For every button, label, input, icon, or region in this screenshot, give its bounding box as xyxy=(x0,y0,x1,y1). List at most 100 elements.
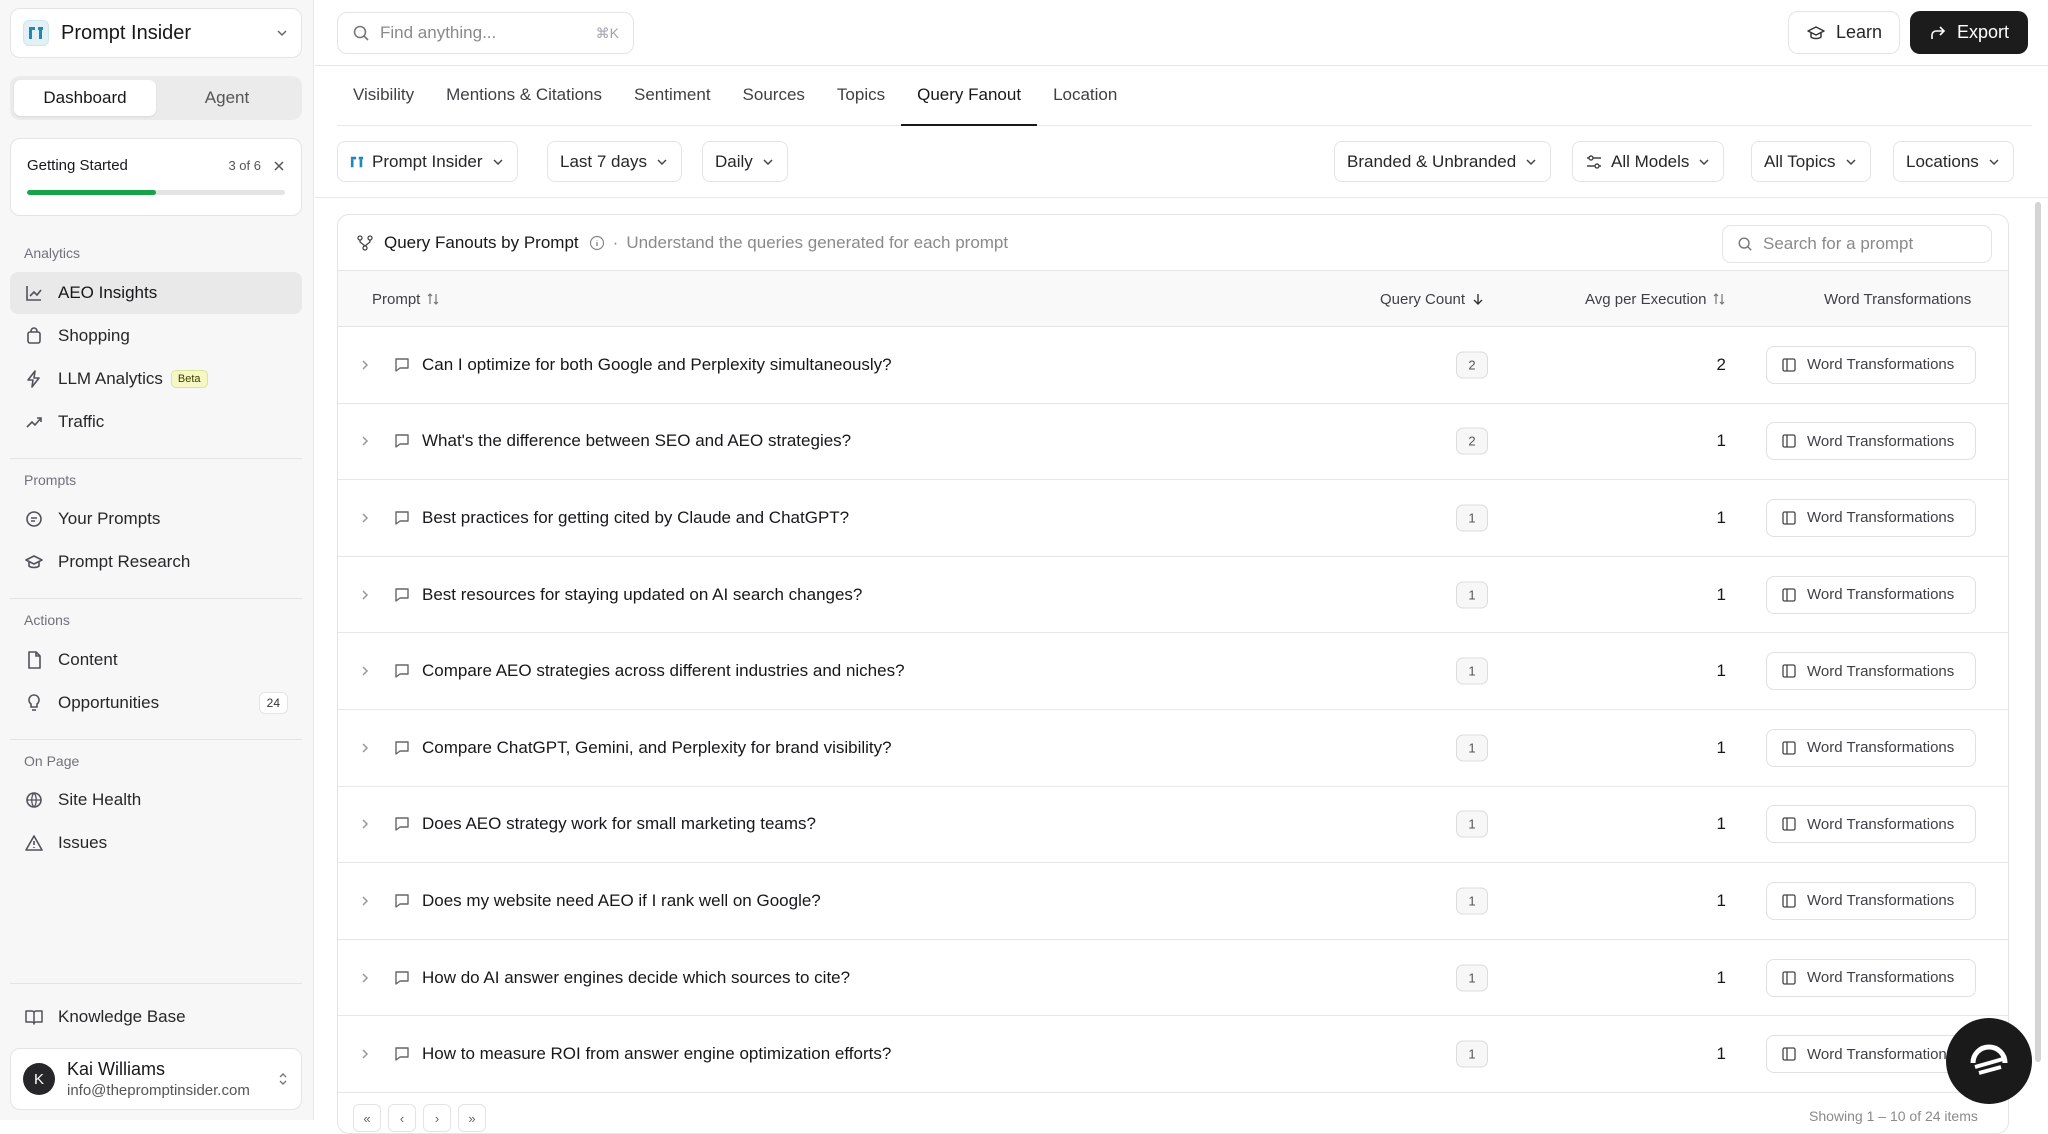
prompt-text: Best practices for getting cited by Clau… xyxy=(422,507,850,527)
table-row[interactable]: Compare ChatGPT, Gemini, and Perplexity … xyxy=(338,710,2008,787)
tab-visibility[interactable]: Visibility xyxy=(337,66,430,126)
interval-filter[interactable]: Daily xyxy=(702,141,788,182)
word-transformations-button[interactable]: Word Transformations xyxy=(1766,958,1976,997)
locations-label: Locations xyxy=(1906,151,1979,171)
query-count-badge: 1 xyxy=(1456,887,1488,915)
global-search-input[interactable]: Find anything... ⌘K xyxy=(337,12,634,54)
locations-filter[interactable]: Locations xyxy=(1893,141,2014,182)
mode-toggle: Dashboard Agent xyxy=(10,76,302,120)
sidebar-item-aeo-insights[interactable]: AEO Insights xyxy=(10,272,302,314)
word-transformations-button[interactable]: Word Transformations xyxy=(1766,575,1976,614)
last-page-button[interactable]: » xyxy=(458,1104,486,1132)
panel-icon xyxy=(1782,894,1796,908)
tab-topics[interactable]: Topics xyxy=(821,66,901,126)
first-page-button[interactable]: « xyxy=(353,1104,381,1132)
info-icon[interactable] xyxy=(589,235,605,251)
query-count-badge: 1 xyxy=(1456,734,1488,762)
column-prompt[interactable]: Prompt xyxy=(372,271,440,327)
card-header: Query Fanouts by Prompt · Understand the… xyxy=(338,215,2008,271)
sidebar-item-llm-analytics[interactable]: LLM Analytics Beta xyxy=(10,358,302,400)
sidebar-item-site-health[interactable]: Site Health xyxy=(10,779,302,821)
tab-sentiment[interactable]: Sentiment xyxy=(618,66,727,126)
sidebar-item-your-prompts[interactable]: Your Prompts xyxy=(10,498,302,540)
chevron-right-icon[interactable] xyxy=(358,1047,372,1061)
sidebar-item-label: Traffic xyxy=(58,412,105,431)
table-row[interactable]: What's the difference between SEO and AE… xyxy=(338,404,2008,481)
word-transformations-button[interactable]: Word Transformations xyxy=(1766,805,1976,844)
word-transformations-label: Word Transformations xyxy=(1807,586,1955,604)
tab-location[interactable]: Location xyxy=(1037,66,1133,126)
column-avg-per-execution[interactable]: Avg per Execution xyxy=(1585,271,1726,327)
chevron-right-icon[interactable] xyxy=(358,358,372,372)
brand-filter[interactable]: Prompt Insider xyxy=(337,141,518,182)
learn-button[interactable]: Learn xyxy=(1788,11,1900,54)
branded-filter[interactable]: Branded & Unbranded xyxy=(1334,141,1552,182)
chevron-right-icon[interactable] xyxy=(358,741,372,755)
sidebar-item-issues[interactable]: Issues xyxy=(10,822,302,864)
getting-started-count: 3 of 6 xyxy=(228,158,261,173)
table-row[interactable]: Does my website need AEO if I rank well … xyxy=(338,863,2008,940)
section-prompts: Prompts xyxy=(24,472,77,488)
word-transformations-button[interactable]: Word Transformations xyxy=(1766,498,1976,537)
next-page-button[interactable]: › xyxy=(423,1104,451,1132)
previous-page-button[interactable]: ‹ xyxy=(388,1104,416,1132)
table-row[interactable]: Best resources for staying updated on AI… xyxy=(338,557,2008,634)
sliders-icon xyxy=(1587,154,1601,169)
getting-started-card[interactable]: Getting Started 3 of 6 xyxy=(10,138,302,216)
word-transformations-button[interactable]: Word Transformations xyxy=(1766,881,1976,920)
chevron-right-icon[interactable] xyxy=(358,894,372,908)
word-transformations-label: Word Transformations xyxy=(1807,892,1955,910)
chevron-right-icon[interactable] xyxy=(358,817,372,831)
table-row[interactable]: Best practices for getting cited by Clau… xyxy=(338,480,2008,557)
main-content: Find anything... ⌘K Learn Export Visibil… xyxy=(315,0,2048,1134)
close-icon[interactable] xyxy=(273,160,285,172)
tab-mentions-citations[interactable]: Mentions & Citations xyxy=(430,66,618,126)
word-transformations-button[interactable]: Word Transformations xyxy=(1766,728,1976,767)
panel-icon xyxy=(1782,587,1796,602)
table-row[interactable]: Does AEO strategy work for small marketi… xyxy=(338,787,2008,864)
chevron-right-icon[interactable] xyxy=(358,434,372,448)
user-menu[interactable]: K Kai Williams info@thepromptinsider.com xyxy=(10,1048,302,1110)
chevron-right-icon[interactable] xyxy=(358,971,372,985)
table-row[interactable]: How do AI answer engines decide which so… xyxy=(338,940,2008,1017)
sidebar-item-opportunities[interactable]: Opportunities 24 xyxy=(10,682,302,724)
topics-filter[interactable]: All Topics xyxy=(1751,141,1871,182)
word-transformations-button[interactable]: Word Transformations xyxy=(1766,345,1976,384)
agent-tab[interactable]: Agent xyxy=(156,80,298,116)
column-word-transformations: Word Transformations xyxy=(1824,290,1972,308)
models-filter[interactable]: All Models xyxy=(1572,141,1725,182)
word-transformations-button[interactable]: Word Transformations xyxy=(1766,1035,1976,1074)
graduation-cap-icon xyxy=(1807,25,1825,39)
table-row[interactable]: How to measure ROI from answer engine op… xyxy=(338,1016,2008,1093)
table-row[interactable]: Compare AEO strategies across different … xyxy=(338,633,2008,710)
tab-query-fanout[interactable]: Query Fanout xyxy=(901,66,1038,126)
tab-sources[interactable]: Sources xyxy=(727,66,821,126)
sidebar-item-knowledge-base[interactable]: Knowledge Base xyxy=(10,996,302,1038)
date-range-filter[interactable]: Last 7 days xyxy=(547,141,682,182)
dashboard-tab[interactable]: Dashboard xyxy=(14,80,156,116)
word-transformations-button[interactable]: Word Transformations xyxy=(1766,422,1976,461)
sidebar-item-content[interactable]: Content xyxy=(10,639,302,681)
workspace-logo-icon xyxy=(23,20,49,46)
word-transformations-button[interactable]: Word Transformations xyxy=(1766,652,1976,691)
table-row[interactable]: Can I optimize for both Google and Perpl… xyxy=(338,327,2008,404)
column-query-count[interactable]: Query Count xyxy=(1380,271,1485,327)
sidebar-item-traffic[interactable]: Traffic xyxy=(10,401,302,443)
prompt-text: Compare AEO strategies across different … xyxy=(422,661,905,681)
sidebar-item-shopping[interactable]: Shopping xyxy=(10,315,302,357)
scrollbar[interactable] xyxy=(2035,202,2041,1062)
workspace-switcher[interactable]: Prompt Insider xyxy=(10,8,302,58)
prompt-search-input[interactable]: Search for a prompt xyxy=(1722,225,1992,263)
assistant-chat-button[interactable] xyxy=(1946,1018,2032,1104)
sidebar-item-prompt-research[interactable]: Prompt Research xyxy=(10,541,302,583)
word-transformations-label: Word Transformations xyxy=(1807,815,1955,833)
export-button[interactable]: Export xyxy=(1910,11,2028,54)
chevron-right-icon[interactable] xyxy=(358,588,372,602)
query-count-badge: 1 xyxy=(1456,1040,1488,1068)
search-icon xyxy=(1738,237,1752,251)
chevron-right-icon[interactable] xyxy=(358,664,372,678)
message-icon xyxy=(395,741,409,755)
chevron-right-icon[interactable] xyxy=(358,511,372,525)
sidebar-divider xyxy=(10,739,302,740)
prompt-text: Can I optimize for both Google and Perpl… xyxy=(422,354,892,374)
